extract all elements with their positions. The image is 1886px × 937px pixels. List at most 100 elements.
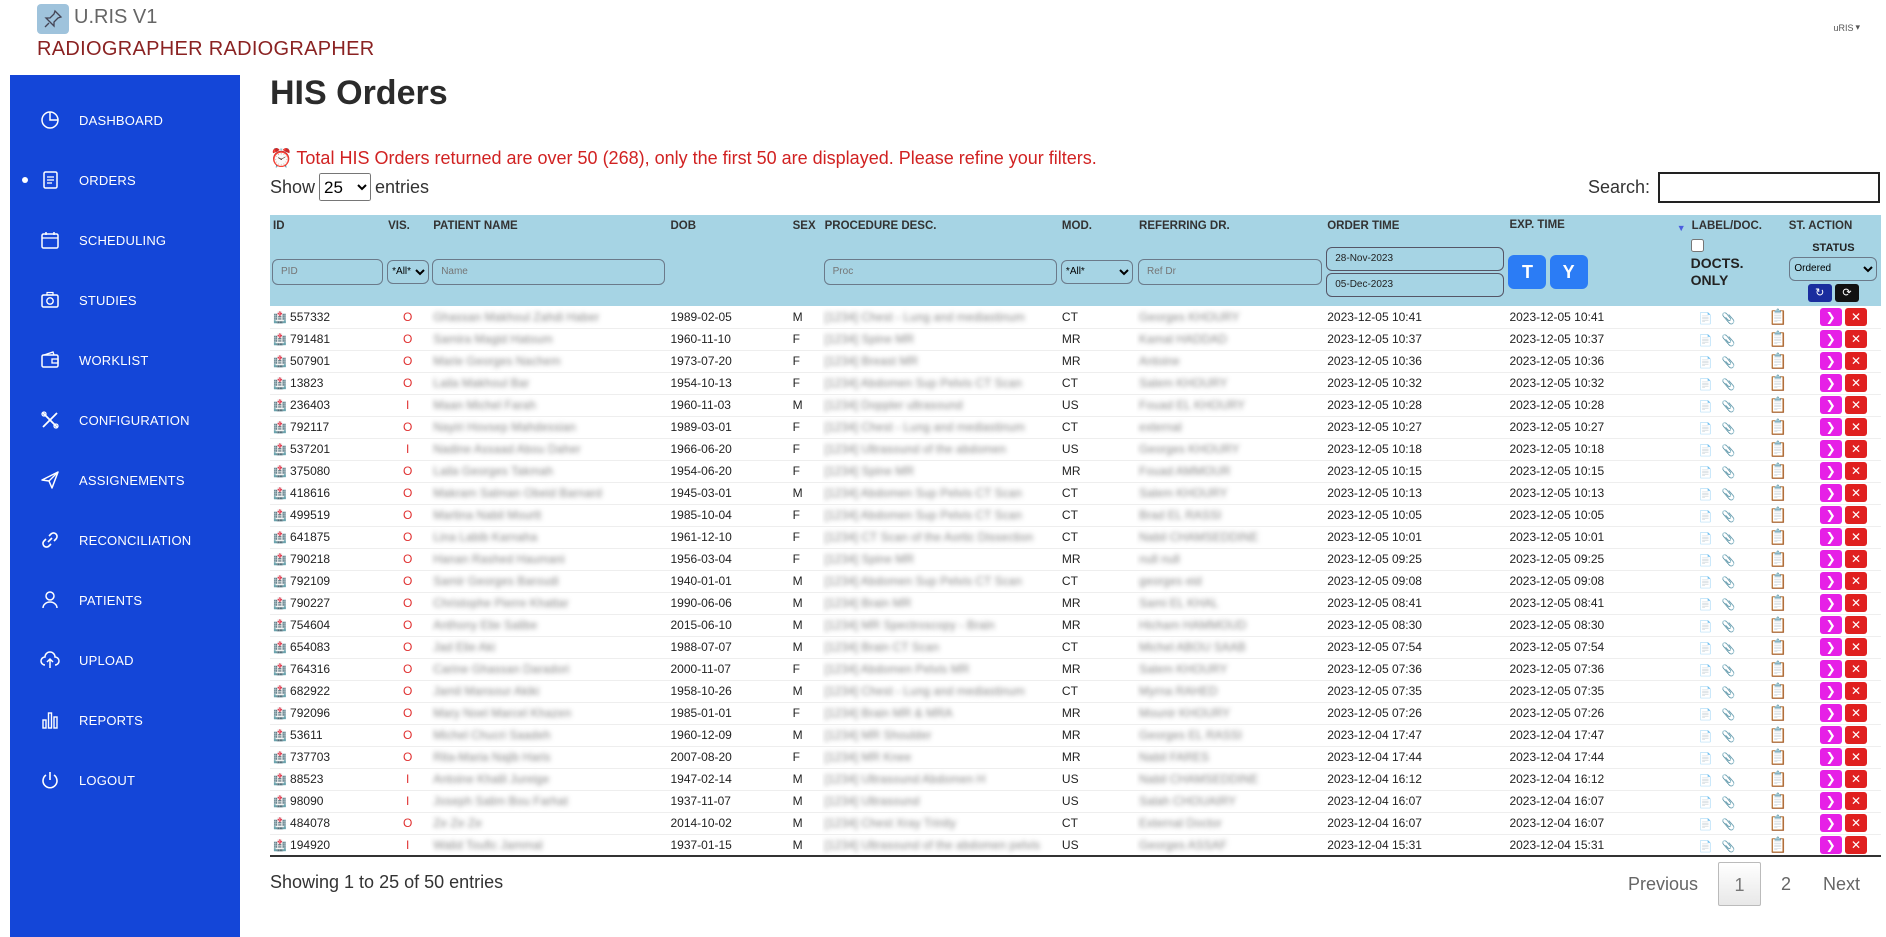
clipboard-icon[interactable]: 📋 (1769, 595, 1786, 612)
start-exam-button[interactable]: ❯ (1819, 330, 1842, 348)
label-icon[interactable]: 📄 (1699, 797, 1713, 809)
cancel-order-button[interactable]: ✕ (1845, 835, 1867, 854)
patient-id-cell[interactable]: 🏥 654083 (270, 636, 386, 659)
start-exam-button[interactable]: ❯ (1819, 550, 1842, 568)
cancel-order-button[interactable]: ✕ (1845, 814, 1867, 832)
patient-id-cell[interactable]: 🏥 507901 (270, 350, 386, 373)
patient-id-cell[interactable]: 🏥 792096 (270, 702, 386, 725)
start-exam-button[interactable]: ❯ (1819, 572, 1842, 590)
cancel-order-button[interactable]: ✕ (1845, 726, 1867, 744)
start-exam-button[interactable]: ❯ (1819, 374, 1842, 392)
clipboard-icon[interactable]: 📋 (1769, 441, 1786, 458)
start-exam-button[interactable]: ❯ (1819, 616, 1842, 634)
cancel-order-button[interactable]: ✕ (1845, 572, 1867, 590)
status-filter-select[interactable]: Ordered (1789, 256, 1878, 281)
cancel-order-button[interactable]: ✕ (1845, 704, 1867, 722)
table-row[interactable]: 🏥 792117 O Nayiri Hovsep Mahdessian 1989… (270, 416, 1881, 439)
search-input[interactable] (1658, 172, 1880, 203)
docts-only-checkbox[interactable] (1690, 239, 1704, 252)
modality-filter-select[interactable]: *All* (1060, 259, 1133, 284)
referring-filter-input[interactable] (1138, 258, 1323, 285)
paperclip-icon[interactable]: 📎 (1722, 775, 1736, 787)
clipboard-icon[interactable]: 📋 (1769, 331, 1786, 348)
patient-id-cell[interactable]: 🏥 484078 (270, 812, 386, 835)
table-row[interactable]: 🏥 792096 O Mary Noel Marcel Khazen 1985-… (270, 702, 1881, 725)
table-row[interactable]: 🏥 764316 O Carine Ghassan Daradori 2000-… (270, 658, 1881, 681)
label-icon[interactable]: 📄 (1699, 555, 1713, 567)
cancel-order-button[interactable]: ✕ (1845, 418, 1867, 436)
col-header-label-doc[interactable]: LABEL/DOC. (1688, 215, 1786, 237)
patient-id-cell[interactable]: 🏥 418616 (270, 482, 386, 505)
clipboard-icon[interactable]: 📋 (1769, 485, 1786, 502)
label-icon[interactable]: 📄 (1699, 643, 1713, 655)
label-icon[interactable]: 📄 (1699, 423, 1713, 435)
label-icon[interactable]: 📄 (1699, 709, 1713, 721)
cancel-order-button[interactable]: ✕ (1845, 396, 1867, 414)
paperclip-icon[interactable]: 📎 (1722, 709, 1736, 721)
today-button[interactable]: T (1508, 254, 1547, 289)
date-to-input[interactable]: 05-Dec-2023 (1326, 272, 1505, 297)
clipboard-icon[interactable]: 📋 (1769, 397, 1786, 414)
paperclip-icon[interactable]: 📎 (1722, 599, 1736, 611)
clipboard-icon[interactable]: 📋 (1769, 573, 1786, 590)
patient-id-cell[interactable]: 🏥 754604 (270, 614, 386, 637)
sidebar-item-reports[interactable]: REPORTS (10, 700, 240, 740)
start-exam-button[interactable]: ❯ (1819, 638, 1842, 656)
clipboard-icon[interactable]: 📋 (1769, 419, 1786, 436)
page-size-select[interactable]: 25 (319, 173, 372, 201)
cancel-order-button[interactable]: ✕ (1845, 638, 1867, 656)
patient-id-cell[interactable]: 🏥 375080 (270, 460, 386, 483)
label-icon[interactable]: 📄 (1699, 533, 1713, 545)
start-exam-button[interactable]: ❯ (1819, 814, 1842, 832)
paperclip-icon[interactable]: 📎 (1722, 731, 1736, 743)
table-row[interactable]: 🏥 654083 O Jad Elie Aki 1988-07-07 M [12… (270, 636, 1881, 659)
table-row[interactable]: 🏥 484078 O Ze Ze Ze 2014-10-02 M [1234] … (270, 812, 1881, 835)
label-icon[interactable]: 📄 (1699, 687, 1713, 699)
paperclip-icon[interactable]: 📎 (1722, 445, 1736, 457)
patient-id-cell[interactable]: 🏥 790218 (270, 548, 386, 571)
table-row[interactable]: 🏥 375080 O Laila Georges Takmah 1954-06-… (270, 460, 1881, 483)
label-icon[interactable]: 📄 (1699, 511, 1713, 523)
paperclip-icon[interactable]: 📎 (1722, 687, 1736, 699)
start-exam-button[interactable]: ❯ (1819, 770, 1842, 788)
paperclip-icon[interactable]: 📎 (1722, 841, 1736, 853)
cancel-order-button[interactable]: ✕ (1845, 330, 1867, 348)
vis-filter-select[interactable]: *All* (387, 259, 430, 284)
paperclip-icon[interactable]: 📎 (1722, 819, 1736, 831)
patient-id-cell[interactable]: 🏥 641875 (270, 526, 386, 549)
start-exam-button[interactable]: ❯ (1819, 418, 1842, 436)
paperclip-icon[interactable]: 📎 (1722, 621, 1736, 633)
start-exam-button[interactable]: ❯ (1819, 748, 1842, 766)
page-button-1[interactable]: 1 (1717, 862, 1761, 906)
table-row[interactable]: 🏥 791481 O Samira Magid Hatoum 1960-11-1… (270, 328, 1881, 351)
label-icon[interactable]: 📄 (1699, 379, 1713, 391)
label-icon[interactable]: 📄 (1699, 401, 1713, 413)
table-row[interactable]: 🏥 98090 I Joseph Salim Bou Farhat 1937-1… (270, 790, 1881, 813)
page-button-2[interactable]: 2 (1769, 862, 1803, 906)
start-exam-button[interactable]: ❯ (1819, 726, 1842, 744)
table-row[interactable]: 🏥 641875 O Lina Labib Karnaha 1961-12-10… (270, 526, 1881, 549)
clipboard-icon[interactable]: 📋 (1769, 375, 1786, 392)
clipboard-icon[interactable]: 📋 (1769, 661, 1786, 678)
cancel-order-button[interactable]: ✕ (1845, 462, 1867, 480)
cancel-order-button[interactable]: ✕ (1845, 528, 1867, 546)
clipboard-icon[interactable]: 📋 (1769, 683, 1786, 700)
col-header-order-time[interactable]: ORDER TIME (1324, 215, 1507, 237)
paperclip-icon[interactable]: 📎 (1722, 379, 1736, 391)
start-exam-button[interactable]: ❯ (1819, 660, 1842, 678)
start-exam-button[interactable]: ❯ (1819, 506, 1842, 524)
label-icon[interactable]: 📄 (1699, 467, 1713, 479)
start-exam-button[interactable]: ❯ (1819, 528, 1842, 546)
start-exam-button[interactable]: ❯ (1819, 484, 1842, 502)
label-icon[interactable]: 📄 (1699, 599, 1713, 611)
table-row[interactable]: 🏥 194920 I Walid Toufic Jammal 1937-01-1… (270, 834, 1881, 857)
paperclip-icon[interactable]: 📎 (1722, 357, 1736, 369)
sidebar-item-dashboard[interactable]: DASHBOARD (10, 100, 240, 140)
sidebar-item-configuration[interactable]: CONFIGURATION (10, 400, 240, 440)
cancel-order-button[interactable]: ✕ (1845, 660, 1867, 678)
paperclip-icon[interactable]: 📎 (1722, 467, 1736, 479)
patient-id-cell[interactable]: 🏥 537201 (270, 438, 386, 461)
col-header-exp-time[interactable]: EXP. TIME ▼ (1506, 215, 1689, 237)
paperclip-icon[interactable]: 📎 (1722, 643, 1736, 655)
patient-id-cell[interactable]: 🏥 790227 (270, 592, 386, 615)
